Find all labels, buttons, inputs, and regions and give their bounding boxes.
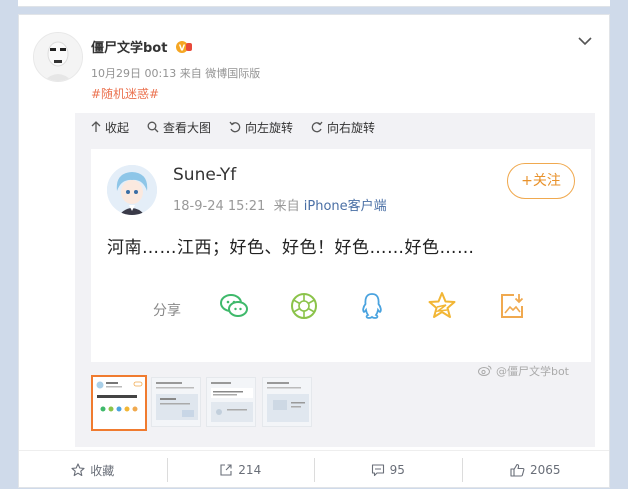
magnifier-icon [147, 121, 159, 133]
collapse-label: 收起 [105, 120, 130, 135]
qq-icon [362, 293, 382, 319]
chevron-down-icon[interactable] [578, 31, 592, 50]
post-action-bar: 收藏 214 95 2065 [19, 450, 609, 489]
screenshot-date: 18-9-24 15:21 [173, 199, 266, 214]
screenshot-text: 河南……江西；好色、好色！好色……好色…… [107, 238, 475, 258]
vip-badge-icon: V [175, 39, 193, 58]
thumbnail-2[interactable] [151, 377, 201, 427]
screenshot-avatar [107, 165, 157, 215]
favorite-label: 收藏 [90, 463, 115, 478]
like-count: 2065 [529, 463, 561, 477]
view-large-button[interactable]: 查看大图 [147, 117, 211, 137]
view-large-label: 查看大图 [163, 120, 212, 135]
thumbnail-4[interactable] [262, 377, 312, 427]
repost-count: 214 [238, 463, 262, 477]
screenshot-follow-button: +关注 [507, 163, 575, 199]
weibo-post-card: 僵尸文学bot V 10月29日 00:13 来自 微博国际版 #随机迷惑# 收… [18, 14, 610, 488]
weibo-logo-icon [478, 365, 492, 376]
star-icon [71, 463, 85, 477]
like-button[interactable]: 2065 [461, 451, 610, 489]
rotate-right-label: 向右旋转 [327, 120, 376, 135]
thumbs-up-icon [510, 463, 525, 477]
screenshot-source-prefix: 来自 [273, 199, 300, 214]
author-avatar[interactable] [33, 32, 83, 82]
collapse-button[interactable]: 收起 [91, 117, 129, 137]
wechat-icon [220, 294, 248, 317]
rotate-left-button[interactable]: 向左旋转 [229, 117, 293, 137]
author-name[interactable]: 僵尸文学bot [91, 37, 167, 56]
post-source: 来自 微博国际版 [179, 67, 261, 80]
comment-icon [371, 464, 384, 477]
screenshot-username: Sune-Yf [173, 165, 237, 185]
watermark-text: @僵尸文学bot [495, 365, 569, 378]
post-image[interactable]: Sune-Yf 18-9-24 15:21 来自 iPhone客户端 +关注 河… [91, 149, 591, 362]
post-time[interactable]: 10月29日 00:13 [91, 67, 176, 80]
favorite-button[interactable]: 收藏 [19, 451, 167, 489]
image-watermark: @僵尸文学bot [478, 363, 569, 379]
comment-button[interactable]: 95 [314, 451, 462, 489]
hashtag-link[interactable]: #随机迷惑# [91, 85, 159, 102]
thumbnail-1[interactable] [91, 375, 147, 431]
media-toolbar: 收起 查看大图 向左旋转 向右旋转 [91, 117, 375, 137]
post-meta: 10月29日 00:13 来自 微博国际版 [91, 65, 260, 81]
rotate-left-icon [229, 121, 241, 133]
save-image-icon [501, 294, 524, 318]
rotate-right-button[interactable]: 向右旋转 [311, 117, 375, 137]
comment-count: 95 [389, 463, 405, 477]
screenshot-share-label: 分享 [153, 303, 181, 319]
repost-icon [220, 464, 232, 476]
collapse-arrow-icon [91, 121, 101, 132]
svg-text:V: V [179, 44, 186, 53]
repost-button[interactable]: 214 [166, 451, 315, 489]
screenshot-source: iPhone客户端 [303, 199, 387, 214]
thumbnail-3[interactable] [206, 377, 256, 427]
moments-icon [291, 293, 317, 319]
rotate-right-icon [311, 121, 323, 133]
rotate-left-label: 向左旋转 [245, 120, 294, 135]
qzone-icon [428, 292, 456, 318]
previous-card-edge [18, 0, 610, 7]
screenshot-meta: 18-9-24 15:21 来自 iPhone客户端 [173, 195, 387, 214]
